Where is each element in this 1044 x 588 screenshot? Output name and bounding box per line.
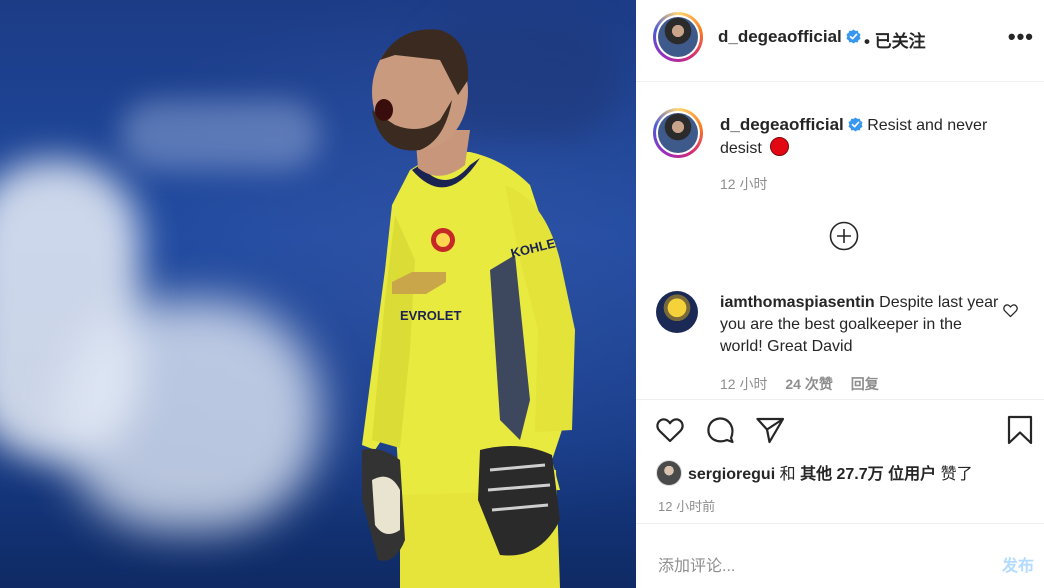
post-comment-button[interactable]: 发布 — [1002, 552, 1034, 576]
action-bar: sergioregui 和 其他 27.7万 位用户 赞了 12 小时前 — [636, 399, 1044, 523]
post-photo[interactable]: EVROLET KOHLE — [0, 0, 636, 588]
post-sidebar: d_degeaofficial • 已关注 ••• d_degeaofficia… — [636, 0, 1044, 588]
comment-timestamp: 12 小时 — [720, 376, 768, 392]
liker-avatar[interactable] — [656, 460, 682, 486]
caption-timestamp: 12 小时 — [720, 176, 768, 192]
comment-text-block: iamthomaspiasentin Despite last year you… — [720, 292, 1000, 358]
follow-status[interactable]: • 已关注 — [864, 27, 926, 52]
comment-input[interactable]: 添加评论... — [658, 552, 735, 576]
caption-username[interactable]: d_degeaofficial — [720, 115, 844, 134]
comment-meta: 12 小时 24 次赞 回复 — [720, 374, 893, 394]
svg-text:EVROLET: EVROLET — [400, 308, 461, 323]
author-username[interactable]: d_degeaofficial — [718, 27, 861, 47]
add-comment-bar: 添加评论... 发布 — [636, 523, 1044, 588]
author-avatar[interactable] — [653, 12, 703, 62]
more-options-icon[interactable]: ••• — [1008, 24, 1034, 50]
likes-suffix: 赞了 — [940, 466, 973, 483]
caption-avatar[interactable] — [653, 108, 703, 158]
share-icon[interactable] — [754, 414, 786, 446]
comment-icon[interactable] — [704, 414, 736, 446]
post-header: d_degeaofficial • 已关注 ••• — [636, 0, 1044, 82]
avatar-image — [658, 17, 698, 57]
author-username-text[interactable]: d_degeaofficial — [718, 27, 842, 46]
likes-and: 和 — [779, 466, 796, 483]
load-more-icon[interactable] — [829, 221, 859, 251]
avatar-image — [658, 113, 698, 153]
likes-others[interactable]: 其他 27.7万 位用户 — [800, 466, 936, 483]
heart-icon[interactable] — [1002, 302, 1019, 319]
commenter-username[interactable]: iamthomaspiasentin — [720, 294, 875, 311]
heart-icon[interactable] — [654, 414, 686, 446]
caption-text-block: d_degeaofficial Resist and never desist — [720, 114, 1020, 160]
red-circle-emoji — [770, 137, 790, 156]
bookmark-icon[interactable] — [1004, 414, 1036, 446]
reply-button[interactable]: 回复 — [851, 376, 879, 392]
likes-summary: sergioregui 和 其他 27.7万 位用户 赞了 — [656, 460, 973, 486]
goalkeeper-figure: EVROLET KOHLE — [362, 29, 575, 588]
verified-badge-icon — [848, 117, 863, 132]
liker-username[interactable]: sergioregui — [688, 466, 775, 483]
comment-likes[interactable]: 24 次赞 — [785, 376, 832, 392]
commenter-avatar[interactable] — [656, 291, 698, 333]
verified-badge-icon — [846, 29, 861, 44]
post-timestamp[interactable]: 12 小时前 — [658, 496, 715, 515]
